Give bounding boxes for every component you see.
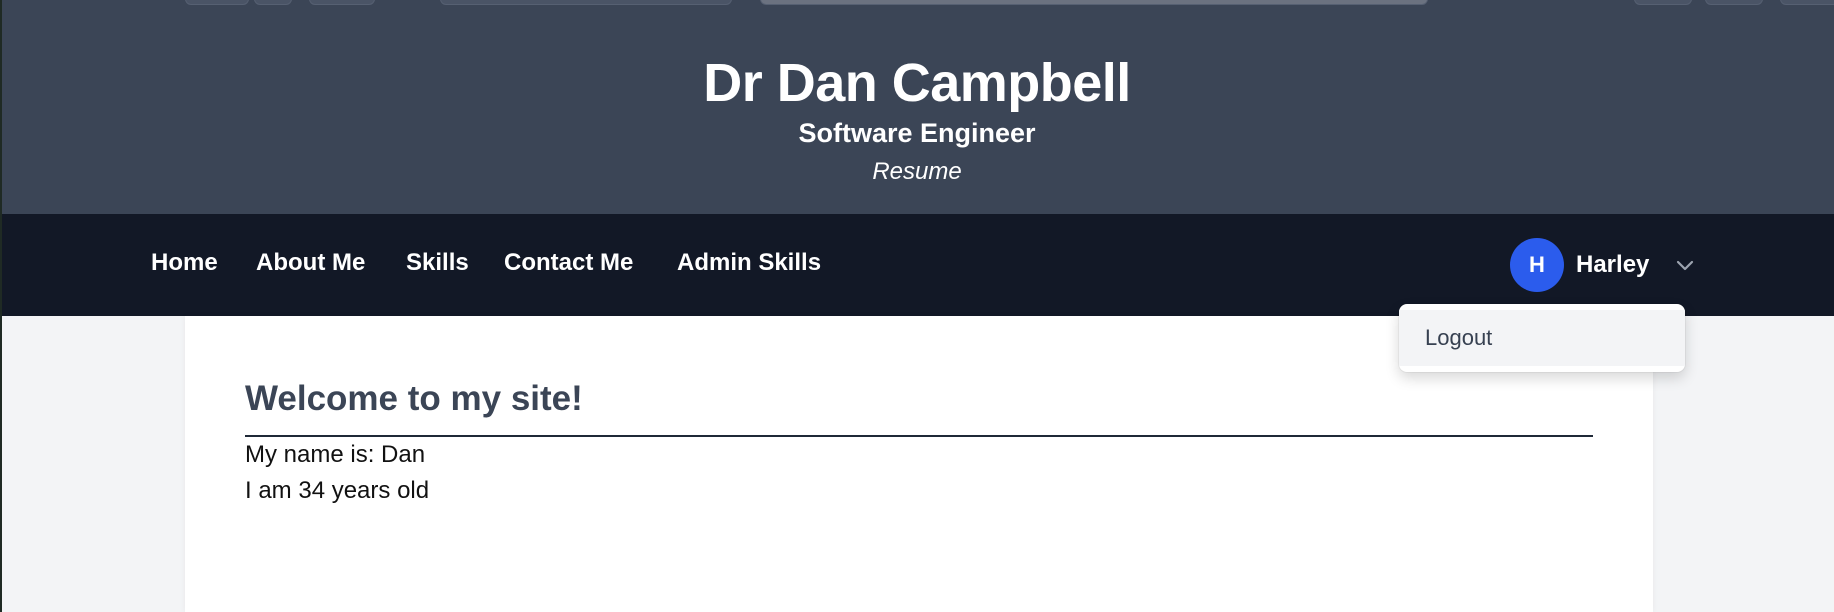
welcome-heading: Welcome to my site!: [245, 379, 583, 418]
browser-button: [309, 0, 375, 5]
site-subtitle: Software Engineer: [798, 118, 1036, 148]
window-edge: [0, 0, 2, 612]
nav-link-contact-me[interactable]: Contact Me: [504, 248, 633, 278]
nav-link-about-me[interactable]: About Me: [256, 248, 365, 278]
chevron-down-icon: [1676, 260, 1694, 271]
browser-button: [1634, 0, 1692, 5]
site-header: Dr Dan Campbell Software Engineer Resume: [0, 0, 1834, 214]
browser-button: [254, 0, 292, 5]
browser-button: [1780, 0, 1834, 5]
name-text: My name is: Dan: [245, 441, 426, 468]
nav-link-skills[interactable]: Skills: [406, 248, 469, 278]
user-name: Harley: [1576, 251, 1650, 278]
browser-button: [1705, 0, 1763, 5]
logout-menu-item[interactable]: Logout: [1399, 310, 1685, 366]
main-navigation: Home About Me Skills Contact Me Admin Sk…: [0, 214, 1834, 316]
nav-link-home[interactable]: Home: [151, 248, 218, 278]
browser-tab: [440, 0, 732, 5]
browser-button: [185, 0, 249, 5]
age-text: I am 34 years old: [245, 477, 430, 504]
site-title: Dr Dan Campbell: [703, 53, 1131, 113]
browser-address-bar: [760, 0, 1428, 5]
site-tagline: Resume: [872, 158, 962, 185]
browser-chrome-remnant: [0, 0, 1834, 6]
avatar: H: [1510, 238, 1564, 292]
logout-label: Logout: [1425, 325, 1493, 350]
nav-link-admin-skills[interactable]: Admin Skills: [677, 248, 821, 278]
heading-divider: [245, 435, 1593, 437]
user-dropdown-menu: Logout: [1399, 304, 1685, 372]
